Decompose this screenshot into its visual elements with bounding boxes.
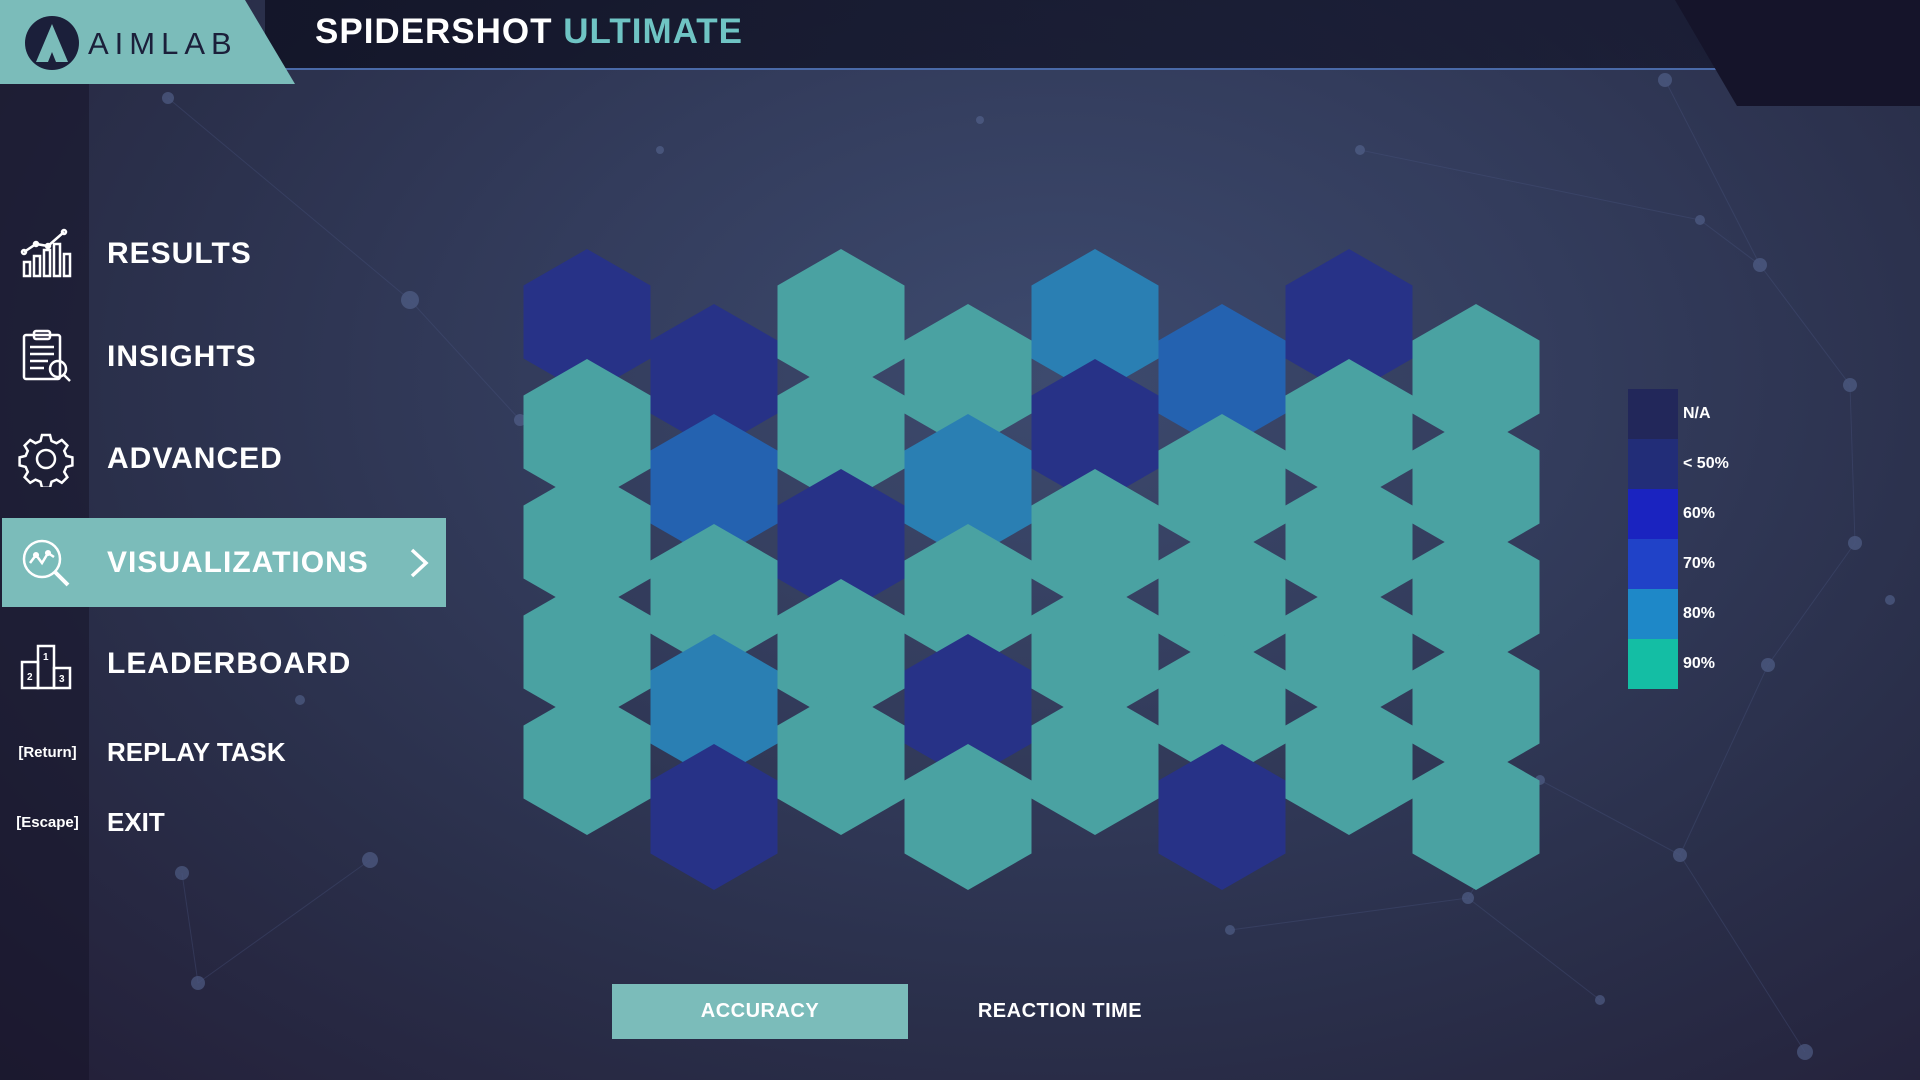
hex-cell bbox=[777, 689, 905, 835]
legend-swatch-below-50 bbox=[1628, 439, 1678, 489]
hex-cell bbox=[650, 744, 778, 890]
legend-swatch-60 bbox=[1628, 489, 1678, 539]
hex-cell bbox=[1158, 744, 1286, 890]
legend-swatch-70 bbox=[1628, 539, 1678, 589]
legend-swatch-90 bbox=[1628, 639, 1678, 689]
hex-cell bbox=[523, 689, 651, 835]
legend-label-60: 60% bbox=[1683, 505, 1716, 522]
hex-cell bbox=[1412, 744, 1540, 890]
legend-label-na: N/A bbox=[1683, 405, 1711, 422]
hex-cell bbox=[1285, 689, 1413, 835]
legend-swatch-na bbox=[1628, 389, 1678, 439]
tab-accuracy[interactable]: ACCURACY bbox=[612, 984, 908, 1039]
legend-label-80: 80% bbox=[1683, 605, 1716, 622]
legend-swatch-80 bbox=[1628, 589, 1678, 639]
legend-label-90: 90% bbox=[1683, 655, 1716, 672]
tab-reaction-time[interactable]: REACTION TIME bbox=[925, 984, 1195, 1039]
hex-cell bbox=[904, 744, 1032, 890]
legend-label-70: 70% bbox=[1683, 555, 1716, 572]
legend-label-below-50: < 50% bbox=[1683, 455, 1729, 472]
hex-cell bbox=[1031, 689, 1159, 835]
